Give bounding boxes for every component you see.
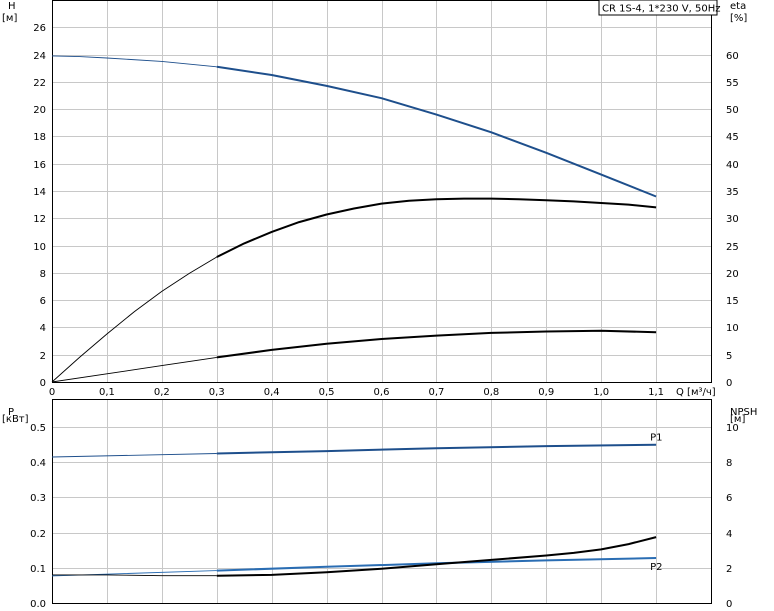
y-right-tick-label: 55: [726, 78, 739, 89]
y-left-tick-label: 24: [33, 51, 46, 62]
x-axis-label: Q [м³/ч]: [676, 387, 716, 398]
y-left-tick-label: 12: [33, 214, 46, 225]
pump-performance-chart: 0246810121416182022242605101520253035404…: [2, 0, 757, 610]
x-tick-label: 0,8: [483, 387, 499, 398]
y-right-tick-label: 8: [726, 458, 732, 469]
pump-model-text: CR 1S-4, 1*230 V, 50Hz: [602, 4, 720, 15]
y-left-tick-label: 0.3: [30, 493, 46, 504]
x-tick-label: 0,5: [319, 387, 335, 398]
x-tick-label: 0,9: [538, 387, 554, 398]
y-left-axis-unit: [м]: [2, 13, 17, 24]
y-right-tick-label: 6: [726, 493, 732, 504]
p1-curve-thin: [51, 453, 217, 458]
y-right-axis-unit: [м]: [730, 414, 745, 425]
x-tick-label: 0,2: [154, 387, 170, 398]
x-tick-label: 0,7: [428, 387, 444, 398]
y-left-axis-unit: [кВт]: [2, 414, 29, 425]
y-right-tick-label: 10: [726, 323, 739, 334]
series-label-p1: P1: [650, 433, 662, 444]
pump-model-label: CR 1S-4, 1*230 V, 50Hz: [598, 0, 720, 16]
head-efficiency-panel: 0246810121416182022242605101520253035404…: [2, 0, 747, 398]
y-left-tick-label: 0.5: [30, 423, 46, 434]
x-tick-label: 1,0: [593, 387, 609, 398]
series-2-curve-thin: [51, 256, 218, 383]
series-1-curve-thin: [51, 55, 217, 68]
y-left-tick-label: 18: [33, 132, 46, 143]
series-3-curve-thin: [51, 356, 217, 383]
y-right-tick-label: 5: [726, 351, 732, 362]
x-tick-label: 1,1: [648, 387, 664, 398]
y-right-tick-label: 45: [726, 132, 739, 143]
y-right-tick-label: 60: [726, 51, 739, 62]
y-right-tick-label: 30: [726, 214, 739, 225]
y-left-tick-label: 14: [33, 187, 46, 198]
y-left-tick-label: 0.2: [30, 529, 46, 540]
y-right-tick-label: 50: [726, 105, 739, 116]
x-tick-label: 0,1: [99, 387, 115, 398]
x-tick-label: 0,3: [209, 387, 225, 398]
y-left-tick-label: 2: [40, 351, 46, 362]
y-left-tick-label: 0.0: [30, 599, 46, 610]
y-left-tick-label: 26: [33, 23, 46, 34]
y-left-tick-label: 0: [40, 378, 46, 389]
y-right-tick-label: 4: [726, 529, 732, 540]
y-left-tick-label: 20: [33, 105, 46, 116]
y-left-tick-label: 6: [40, 296, 46, 307]
series-3-curve-thin: [52, 574, 217, 577]
y-left-tick-label: 4: [40, 323, 46, 334]
x-tick-label: 0,6: [374, 387, 390, 398]
y-right-tick-label: 0: [726, 599, 732, 610]
series-label-p2: P2: [650, 562, 662, 573]
y-right-tick-label: 15: [726, 296, 739, 307]
y-left-tick-label: 0.4: [30, 458, 46, 469]
y-left-tick-label: 16: [33, 160, 46, 171]
y-left-tick-label: 22: [33, 78, 46, 89]
y-right-tick-label: 2: [726, 564, 732, 575]
y-left-axis-name: H: [8, 1, 16, 12]
y-right-tick-label: 0: [726, 378, 732, 389]
y-right-tick-label: 40: [726, 160, 739, 171]
y-right-axis-name: eta: [730, 1, 746, 12]
y-right-tick-label: 20: [726, 269, 739, 280]
y-right-axis-unit: [%]: [730, 13, 747, 24]
y-left-tick-label: 0.1: [30, 564, 46, 575]
y-left-tick-label: 8: [40, 269, 46, 280]
y-left-tick-label: 10: [33, 242, 46, 253]
power-npsh-panel: 0.00.10.20.30.40.50246810P[кВт]NPSH[м]P1…: [2, 399, 757, 610]
x-tick-label: 0,4: [264, 387, 280, 398]
x-tick-label: 0: [49, 387, 55, 398]
y-right-tick-label: 25: [726, 242, 739, 253]
y-right-tick-label: 35: [726, 187, 739, 198]
